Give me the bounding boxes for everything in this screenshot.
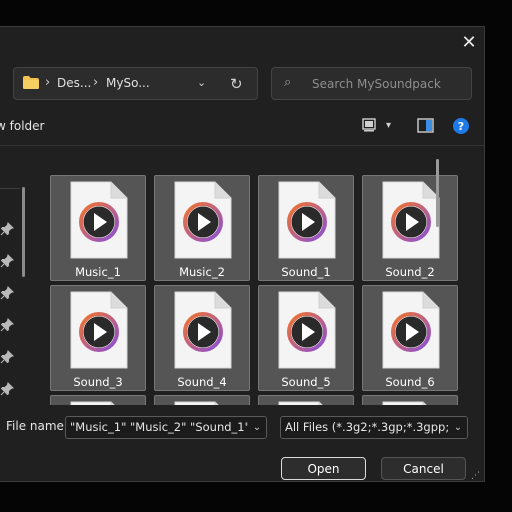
- file-tile[interactable]: Music_2: [154, 175, 250, 281]
- breadcrumb-item-desktop[interactable]: Des...: [57, 76, 91, 90]
- search-input[interactable]: [310, 74, 469, 94]
- file-tile[interactable]: Sound_3: [50, 285, 146, 391]
- new-folder-button[interactable]: w folder: [0, 119, 44, 133]
- audio-file-icon: [70, 291, 128, 369]
- audio-file-icon: [278, 291, 336, 369]
- file-tile[interactable]: [362, 395, 458, 405]
- chevron-down-icon[interactable]: ⌄: [248, 417, 266, 438]
- file-tile[interactable]: [154, 395, 250, 405]
- file-name-label: Sound_1: [281, 265, 331, 279]
- file-grid-scrollbar[interactable]: [436, 159, 439, 227]
- audio-file-icon: [70, 181, 128, 259]
- file-tile[interactable]: Sound_4: [154, 285, 250, 391]
- help-icon[interactable]: ?: [453, 118, 469, 134]
- folder-icon: [23, 76, 39, 89]
- refresh-icon[interactable]: ↻: [230, 75, 243, 93]
- pin-icon[interactable]: [0, 350, 14, 364]
- chevron-down-icon[interactable]: ⌄: [197, 76, 206, 89]
- file-tile[interactable]: Sound_5: [258, 285, 354, 391]
- nav-scrollbar[interactable]: [22, 187, 25, 277]
- audio-file-icon: [278, 181, 336, 259]
- file-name-label: Music_2: [179, 265, 225, 279]
- file-name-label: Sound_4: [177, 375, 227, 389]
- file-name-label: Sound_2: [385, 265, 435, 279]
- open-file-dialog: ✕ › Des... › MySo... ⌄ ↻ ⌕ w folder ▾ ?: [0, 26, 485, 482]
- help-glyph: ?: [457, 119, 465, 133]
- file-name-label: Sound_6: [385, 375, 435, 389]
- file-tile[interactable]: [258, 395, 354, 405]
- open-button[interactable]: Open: [281, 457, 366, 480]
- dialog-footer: File name: "Music_1" "Music_2" "Sound_1"…: [0, 405, 484, 481]
- file-type-value: All Files (*.3g2;*.3gp;*.3gpp;*.3g: [285, 420, 468, 434]
- view-dropdown-icon[interactable]: ▾: [386, 120, 391, 131]
- audio-file-icon: [382, 181, 440, 259]
- preview-pane-icon[interactable]: [417, 118, 434, 133]
- view-options-icon[interactable]: [361, 118, 379, 133]
- file-type-select[interactable]: All Files (*.3g2;*.3gp;*.3gpp;*.3g ⌄: [280, 416, 468, 439]
- audio-file-icon: [382, 291, 440, 369]
- file-name-label: Sound_3: [73, 375, 123, 389]
- breadcrumb-separator: ›: [93, 75, 99, 90]
- breadcrumb-separator: ›: [45, 75, 51, 90]
- file-tile[interactable]: Sound_1: [258, 175, 354, 281]
- chevron-down-icon[interactable]: ⌄: [449, 417, 467, 438]
- cancel-button[interactable]: Cancel: [381, 457, 466, 480]
- audio-file-icon: [174, 181, 232, 259]
- file-tile[interactable]: Music_1: [50, 175, 146, 281]
- audio-file-icon: [174, 291, 232, 369]
- file-name-label: Music_1: [75, 265, 121, 279]
- file-name-value[interactable]: "Music_1" "Music_2" "Sound_1" "S: [70, 420, 266, 434]
- pin-icon[interactable]: [0, 222, 14, 236]
- file-tile[interactable]: Sound_6: [362, 285, 458, 391]
- nav-divider: [0, 188, 20, 189]
- resize-grip-icon[interactable]: ⋰: [471, 471, 480, 481]
- breadcrumb-item-mysoundpack[interactable]: MySo...: [106, 76, 150, 90]
- file-name-field[interactable]: "Music_1" "Music_2" "Sound_1" "S ⌄: [65, 416, 267, 439]
- file-name-label: File name:: [6, 419, 68, 433]
- address-bar[interactable]: › Des... › MySo... ⌄ ↻: [13, 67, 258, 100]
- file-tile[interactable]: [50, 395, 146, 405]
- pin-icon[interactable]: [0, 286, 14, 300]
- search-box[interactable]: ⌕: [271, 67, 472, 100]
- close-button[interactable]: ✕: [455, 29, 483, 55]
- pin-icon[interactable]: [0, 254, 14, 268]
- pin-icon[interactable]: [0, 318, 14, 332]
- file-name-label: Sound_5: [281, 375, 331, 389]
- close-icon: ✕: [461, 31, 477, 53]
- search-icon: ⌕: [284, 75, 292, 90]
- pin-icon[interactable]: [0, 382, 14, 396]
- file-tile[interactable]: Sound_2: [362, 175, 458, 281]
- file-grid: Music_1 Music_2 Sound_1 Sound_2 Sound_3 Sound…: [40, 146, 484, 405]
- navigation-pane: [0, 146, 34, 406]
